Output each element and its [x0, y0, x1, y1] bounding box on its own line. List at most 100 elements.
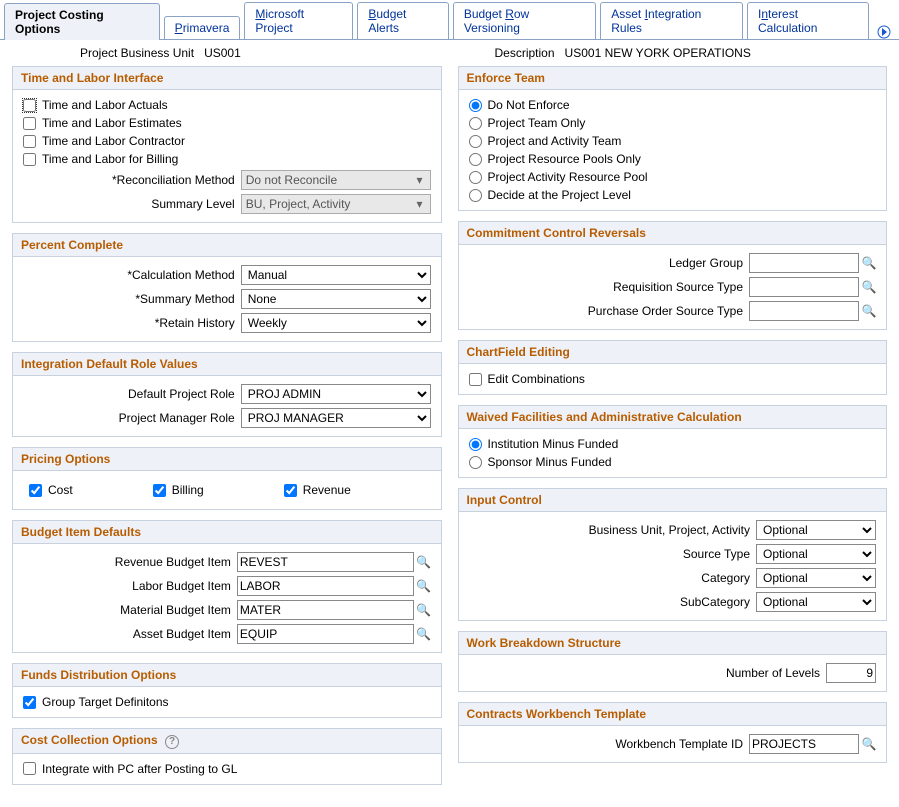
- chk-integrate-with-pc[interactable]: [23, 762, 36, 775]
- tab-budget-alerts[interactable]: Budget Alerts: [357, 2, 448, 39]
- inp-po-source-type[interactable]: [749, 301, 859, 321]
- chk-edit-combinations[interactable]: [469, 373, 482, 386]
- group-percent-complete: Percent Complete *Calculation Method Man…: [12, 233, 442, 342]
- sel-retain-history[interactable]: Weekly: [241, 313, 431, 333]
- inp-ledger-group[interactable]: [749, 253, 859, 273]
- lookup-icon[interactable]: 🔍: [862, 256, 876, 270]
- lbl-decide-at-project-level: Decide at the Project Level: [488, 188, 631, 202]
- group-waived-facilities: Waived Facilities and Administrative Cal…: [458, 405, 888, 478]
- sel-source-type[interactable]: Optional: [756, 544, 876, 564]
- tab-scroll-right-icon[interactable]: [873, 25, 895, 39]
- inp-material-budget-item[interactable]: [237, 600, 414, 620]
- tabstrip: Project Costing Options Primavera Micros…: [0, 0, 899, 40]
- sel-subcategory[interactable]: Optional: [756, 592, 876, 612]
- group-funds-distribution-options: Funds Distribution Options Group Target …: [12, 663, 442, 718]
- rad-decide-at-project-level[interactable]: [469, 189, 482, 202]
- group-integration-default-role-values: Integration Default Role Values Default …: [12, 352, 442, 437]
- help-icon[interactable]: ?: [165, 735, 179, 749]
- chk-tl-contractor[interactable]: [23, 135, 36, 148]
- chk-pricing-cost[interactable]: [29, 484, 42, 497]
- sel-summary-level[interactable]: BU, Project, Activity▾: [241, 194, 431, 214]
- group-commitment-control-reversals: Commitment Control Reversals Ledger Grou…: [458, 221, 888, 330]
- lbl-tl-actuals: Time and Labor Actuals: [42, 98, 168, 112]
- rad-project-activity-resource-pool[interactable]: [469, 171, 482, 184]
- description-label: Description: [495, 46, 555, 60]
- rad-project-resource-pools-only[interactable]: [469, 153, 482, 166]
- pbu-value: US001: [204, 46, 241, 60]
- lookup-icon[interactable]: 🔍: [862, 737, 876, 751]
- lbl-pricing-billing: Billing: [172, 483, 204, 497]
- group-cost-collection-options: Cost Collection Options ? Integrate with…: [12, 728, 442, 785]
- lbl-project-manager-role: Project Manager Role: [23, 411, 241, 425]
- inp-asset-budget-item[interactable]: [237, 624, 414, 644]
- group-title: Time and Labor Interface: [13, 67, 441, 90]
- lookup-icon[interactable]: 🔍: [862, 304, 876, 318]
- lbl-summary-method: *Summary Method: [23, 292, 241, 306]
- inp-requisition-source-type[interactable]: [749, 277, 859, 297]
- sel-default-project-role[interactable]: PROJ ADMIN: [241, 384, 431, 404]
- group-pricing-options: Pricing Options Cost Billing Revenue: [12, 447, 442, 510]
- chk-tl-estimates[interactable]: [23, 117, 36, 130]
- inp-revenue-budget-item[interactable]: [237, 552, 414, 572]
- lbl-ledger-group: Ledger Group: [669, 256, 749, 270]
- lookup-icon[interactable]: 🔍: [417, 579, 431, 593]
- inp-labor-budget-item[interactable]: [237, 576, 414, 596]
- lbl-tl-billing: Time and Labor for Billing: [42, 152, 178, 166]
- inp-number-of-levels[interactable]: [826, 663, 876, 683]
- lbl-sponsor-minus-funded: Sponsor Minus Funded: [488, 455, 612, 469]
- sel-summary-method[interactable]: None: [241, 289, 431, 309]
- tab-microsoft-project[interactable]: Microsoft Project: [244, 2, 353, 39]
- group-enforce-team: Enforce Team Do Not Enforce Project Team…: [458, 66, 888, 211]
- group-title: ChartField Editing: [459, 341, 887, 364]
- lbl-subcategory: SubCategory: [680, 595, 756, 609]
- lbl-edit-combinations: Edit Combinations: [488, 372, 585, 386]
- rad-institution-minus-funded[interactable]: [469, 438, 482, 451]
- group-title: Contracts Workbench Template: [459, 703, 887, 726]
- group-title: Enforce Team: [459, 67, 887, 90]
- rad-project-team-only[interactable]: [469, 117, 482, 130]
- inp-workbench-template-id[interactable]: [749, 734, 859, 754]
- tab-project-costing-options[interactable]: Project Costing Options: [4, 3, 160, 40]
- tab-primavera[interactable]: Primavera: [164, 16, 241, 39]
- lbl-default-project-role: Default Project Role: [23, 387, 241, 401]
- lbl-pricing-revenue: Revenue: [303, 483, 351, 497]
- group-title: Commitment Control Reversals: [459, 222, 887, 245]
- lbl-pricing-cost: Cost: [48, 483, 73, 497]
- tab-asset-integration-rules[interactable]: Asset Integration Rules: [600, 2, 743, 39]
- lookup-icon[interactable]: 🔍: [417, 603, 431, 617]
- chk-tl-actuals[interactable]: [23, 99, 36, 112]
- group-time-and-labor-interface: Time and Labor Interface Time and Labor …: [12, 66, 442, 223]
- sel-project-manager-role[interactable]: PROJ MANAGER: [241, 408, 431, 428]
- lbl-tl-estimates: Time and Labor Estimates: [42, 116, 182, 130]
- sel-bupa[interactable]: Optional: [756, 520, 876, 540]
- group-title: Percent Complete: [13, 234, 441, 257]
- lbl-category: Category: [701, 571, 756, 585]
- tab-budget-row-versioning[interactable]: Budget Row Versioning: [453, 2, 596, 39]
- lookup-icon[interactable]: 🔍: [862, 280, 876, 294]
- group-contracts-workbench-template: Contracts Workbench Template Workbench T…: [458, 702, 888, 763]
- pbu-label: Project Business Unit: [80, 46, 194, 60]
- rad-project-activity-team[interactable]: [469, 135, 482, 148]
- chk-group-target-definitions[interactable]: [23, 696, 36, 709]
- rad-sponsor-minus-funded[interactable]: [469, 456, 482, 469]
- tab-interest-calculation[interactable]: Interest Calculation: [747, 2, 869, 39]
- lbl-project-resource-pools-only: Project Resource Pools Only: [488, 152, 641, 166]
- lbl-recon-method: *Reconciliation Method: [23, 173, 241, 187]
- description-value: US001 NEW YORK OPERATIONS: [565, 46, 751, 60]
- sel-category[interactable]: Optional: [756, 568, 876, 588]
- sel-calc-method[interactable]: Manual: [241, 265, 431, 285]
- lbl-requisition-source-type: Requisition Source Type: [613, 280, 749, 294]
- sel-recon-method[interactable]: Do not Reconcile▾: [241, 170, 431, 190]
- chk-pricing-billing[interactable]: [153, 484, 166, 497]
- group-budget-item-defaults: Budget Item Defaults Revenue Budget Item…: [12, 520, 442, 653]
- lbl-bupa: Business Unit, Project, Activity: [589, 523, 756, 537]
- chk-tl-billing[interactable]: [23, 153, 36, 166]
- lbl-labor-budget-item: Labor Budget Item: [23, 579, 237, 593]
- rad-do-not-enforce[interactable]: [469, 99, 482, 112]
- chk-pricing-revenue[interactable]: [284, 484, 297, 497]
- lookup-icon[interactable]: 🔍: [417, 627, 431, 641]
- lbl-group-target-definitions: Group Target Definitons: [42, 695, 169, 709]
- lbl-tl-contractor: Time and Labor Contractor: [42, 134, 185, 148]
- lbl-project-team-only: Project Team Only: [488, 116, 586, 130]
- lookup-icon[interactable]: 🔍: [417, 555, 431, 569]
